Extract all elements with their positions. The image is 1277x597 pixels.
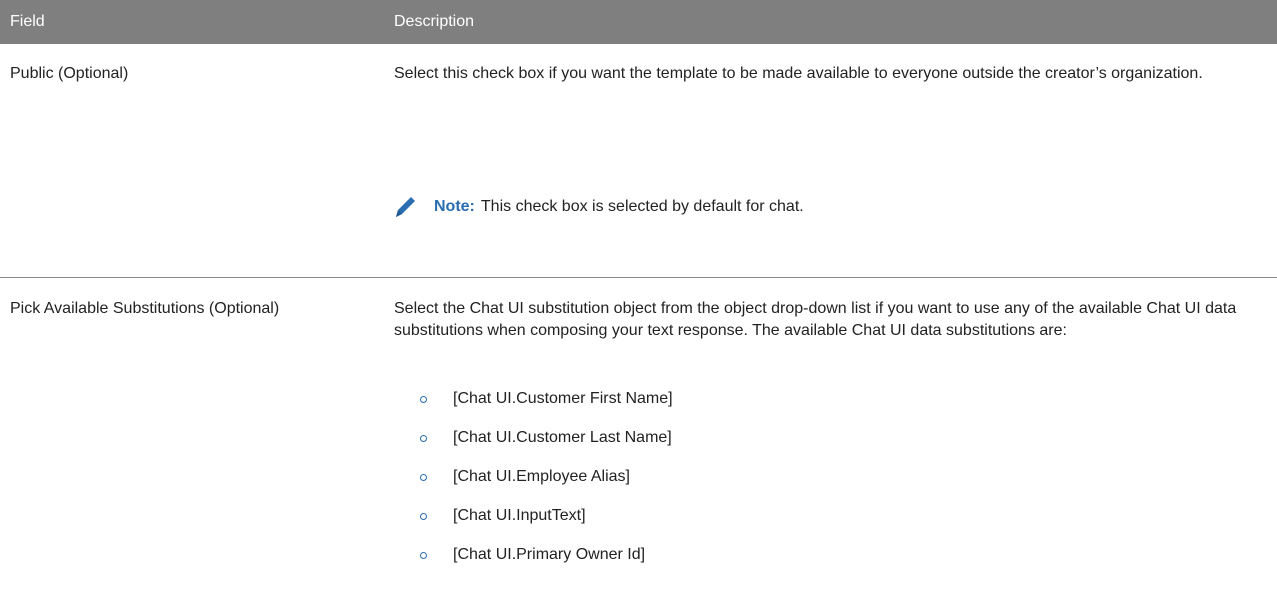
field-description: Select this check box if you want the te… <box>394 65 1203 82</box>
field-name: Pick Available Substitutions (Optional) <box>10 300 280 317</box>
substitution-text: [Chat UI.InputText] <box>453 507 586 524</box>
pencil-icon <box>396 197 415 217</box>
table-row: Pick Available Substitutions (Optional) … <box>0 278 1277 597</box>
circle-bullet-icon <box>420 474 427 481</box>
circle-bullet-icon <box>420 552 427 559</box>
note-text: This check box is selected by default fo… <box>480 198 804 215</box>
circle-bullet-icon <box>420 396 427 403</box>
substitution-text: [Chat UI.Customer First Name] <box>453 390 673 407</box>
circle-bullet-icon <box>420 513 427 520</box>
field-description: Select the Chat UI substitution object f… <box>394 300 1237 339</box>
table-row: Public (Optional) Select this check box … <box>0 44 1277 278</box>
header-field: Field <box>10 13 45 30</box>
substitution-text: [Chat UI.Employee Alias] <box>453 468 630 485</box>
substitution-text: [Chat UI.Primary Owner Id] <box>453 546 646 563</box>
field-description-table: Field Description Public (Optional) Sele… <box>0 0 1277 563</box>
note-label: Note: <box>434 198 475 215</box>
circle-bullet-icon <box>420 435 427 442</box>
header-description: Description <box>394 13 475 30</box>
table-header: Field Description <box>0 0 1277 44</box>
note: Note: This check box is selected by defa… <box>394 194 804 220</box>
substitution-text: [Chat UI.Customer Last Name] <box>453 429 672 446</box>
field-name: Public (Optional) <box>10 65 129 82</box>
